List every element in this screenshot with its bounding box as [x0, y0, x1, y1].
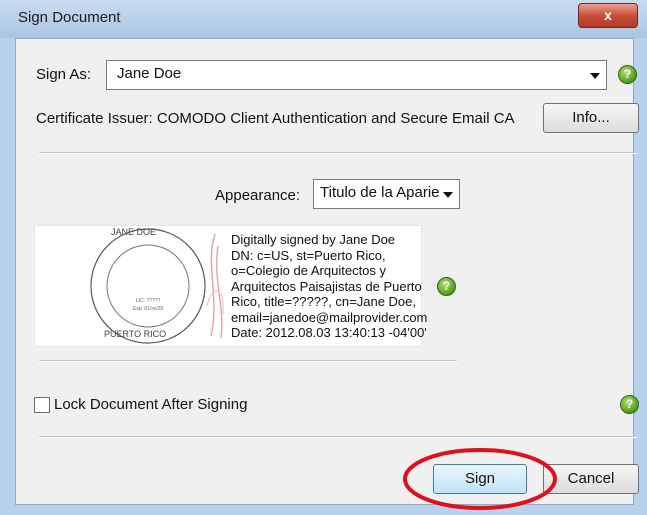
seal-inner-ring [106, 244, 190, 328]
separator [39, 436, 637, 438]
appearance-value: Titulo de la Aparie [320, 184, 440, 201]
signature-detail-line: Rico, title=?????, cn=Jane Doe, [231, 294, 417, 309]
certificate-issuer-text: Certificate Issuer: COMODO Client Authen… [36, 110, 515, 127]
stamp-license-text: LIC. ????? [136, 298, 161, 304]
seal-outer-ring [90, 228, 206, 344]
info-button[interactable]: Info... [543, 103, 639, 133]
separator [39, 152, 637, 154]
close-button[interactable]: x [578, 3, 638, 28]
sign-as-label: Sign As: [36, 66, 92, 83]
signature-detail-line: o=Colegio de Arquitectos y [231, 263, 387, 278]
window-title: Sign Document [18, 9, 121, 26]
signature-details: Digitally signed by Jane Doe DN: c=US, s… [231, 232, 427, 341]
help-icon[interactable]: ? [620, 395, 639, 414]
highlight-ring [403, 448, 557, 510]
sign-as-dropdown[interactable]: Jane Doe [106, 60, 607, 90]
help-icon[interactable]: ? [618, 65, 637, 84]
signature-detail-line: Date: 2012.08.03 13:40:13 -04'00' [231, 325, 427, 340]
lock-document-label[interactable]: Lock Document After Signing [54, 396, 247, 413]
chevron-down-icon [590, 73, 600, 79]
title-bar: Sign Document x [0, 0, 647, 38]
sign-as-value: Jane Doe [117, 65, 182, 82]
signature-detail-line: Arquitectos Paisajistas de Puerto [231, 278, 422, 294]
highlight-ellipse [403, 448, 557, 510]
appearance-label: Appearance: [215, 187, 301, 204]
signature-detail-line: Digitally signed by Jane Doe [231, 232, 396, 247]
separator [39, 360, 457, 362]
handwritten-signature-mark [210, 233, 223, 339]
signature-detail-line: DN: c=US, st=Puerto Rico, [231, 247, 386, 263]
stamp-expiry-text: Exp. 01/xx/20 [133, 306, 164, 312]
help-icon[interactable]: ? [437, 277, 456, 296]
appearance-dropdown[interactable]: Titulo de la Aparie [313, 179, 460, 209]
chevron-down-icon [443, 192, 453, 198]
stamp-bottom-text: PUERTO RICO [104, 329, 167, 339]
stamp-top-text: JANE DOE [111, 227, 157, 237]
lock-document-checkbox[interactable] [34, 397, 50, 413]
signature-detail-line: email=janedoe@mailprovider.com [231, 309, 428, 325]
